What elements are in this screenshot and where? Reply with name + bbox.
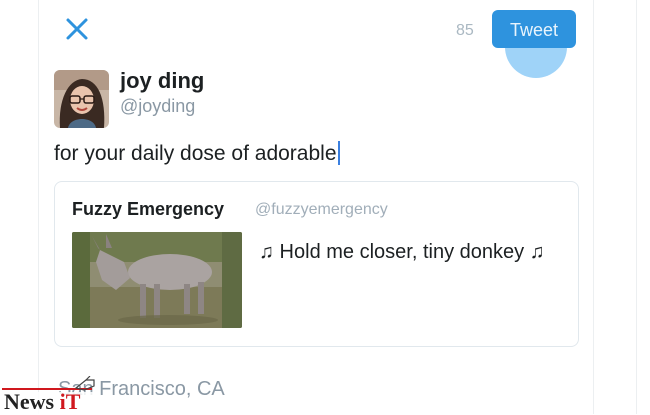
compose-text-input[interactable]: for your daily dose of adorable	[54, 141, 340, 166]
divider	[636, 0, 637, 414]
quoted-tweet-photo[interactable]	[72, 232, 242, 328]
tweet-button[interactable]: Tweet	[492, 10, 576, 48]
text-caret	[337, 141, 340, 165]
quoted-user-name: Fuzzy Emergency	[72, 199, 225, 219]
quoted-tweet-text: ♫ Hold me closer, tiny donkey ♫	[259, 241, 545, 263]
compose-text: for your daily dose of adorable	[54, 142, 337, 165]
user-handle: @joyding	[120, 96, 196, 116]
avatar[interactable]	[54, 70, 109, 128]
newsit-logo: News iT	[2, 376, 98, 414]
close-icon[interactable]	[62, 14, 92, 44]
character-count: 85	[456, 22, 474, 39]
user-name: joy ding	[120, 68, 205, 93]
quoted-user-handle: @fuzzyemergency	[255, 201, 388, 218]
